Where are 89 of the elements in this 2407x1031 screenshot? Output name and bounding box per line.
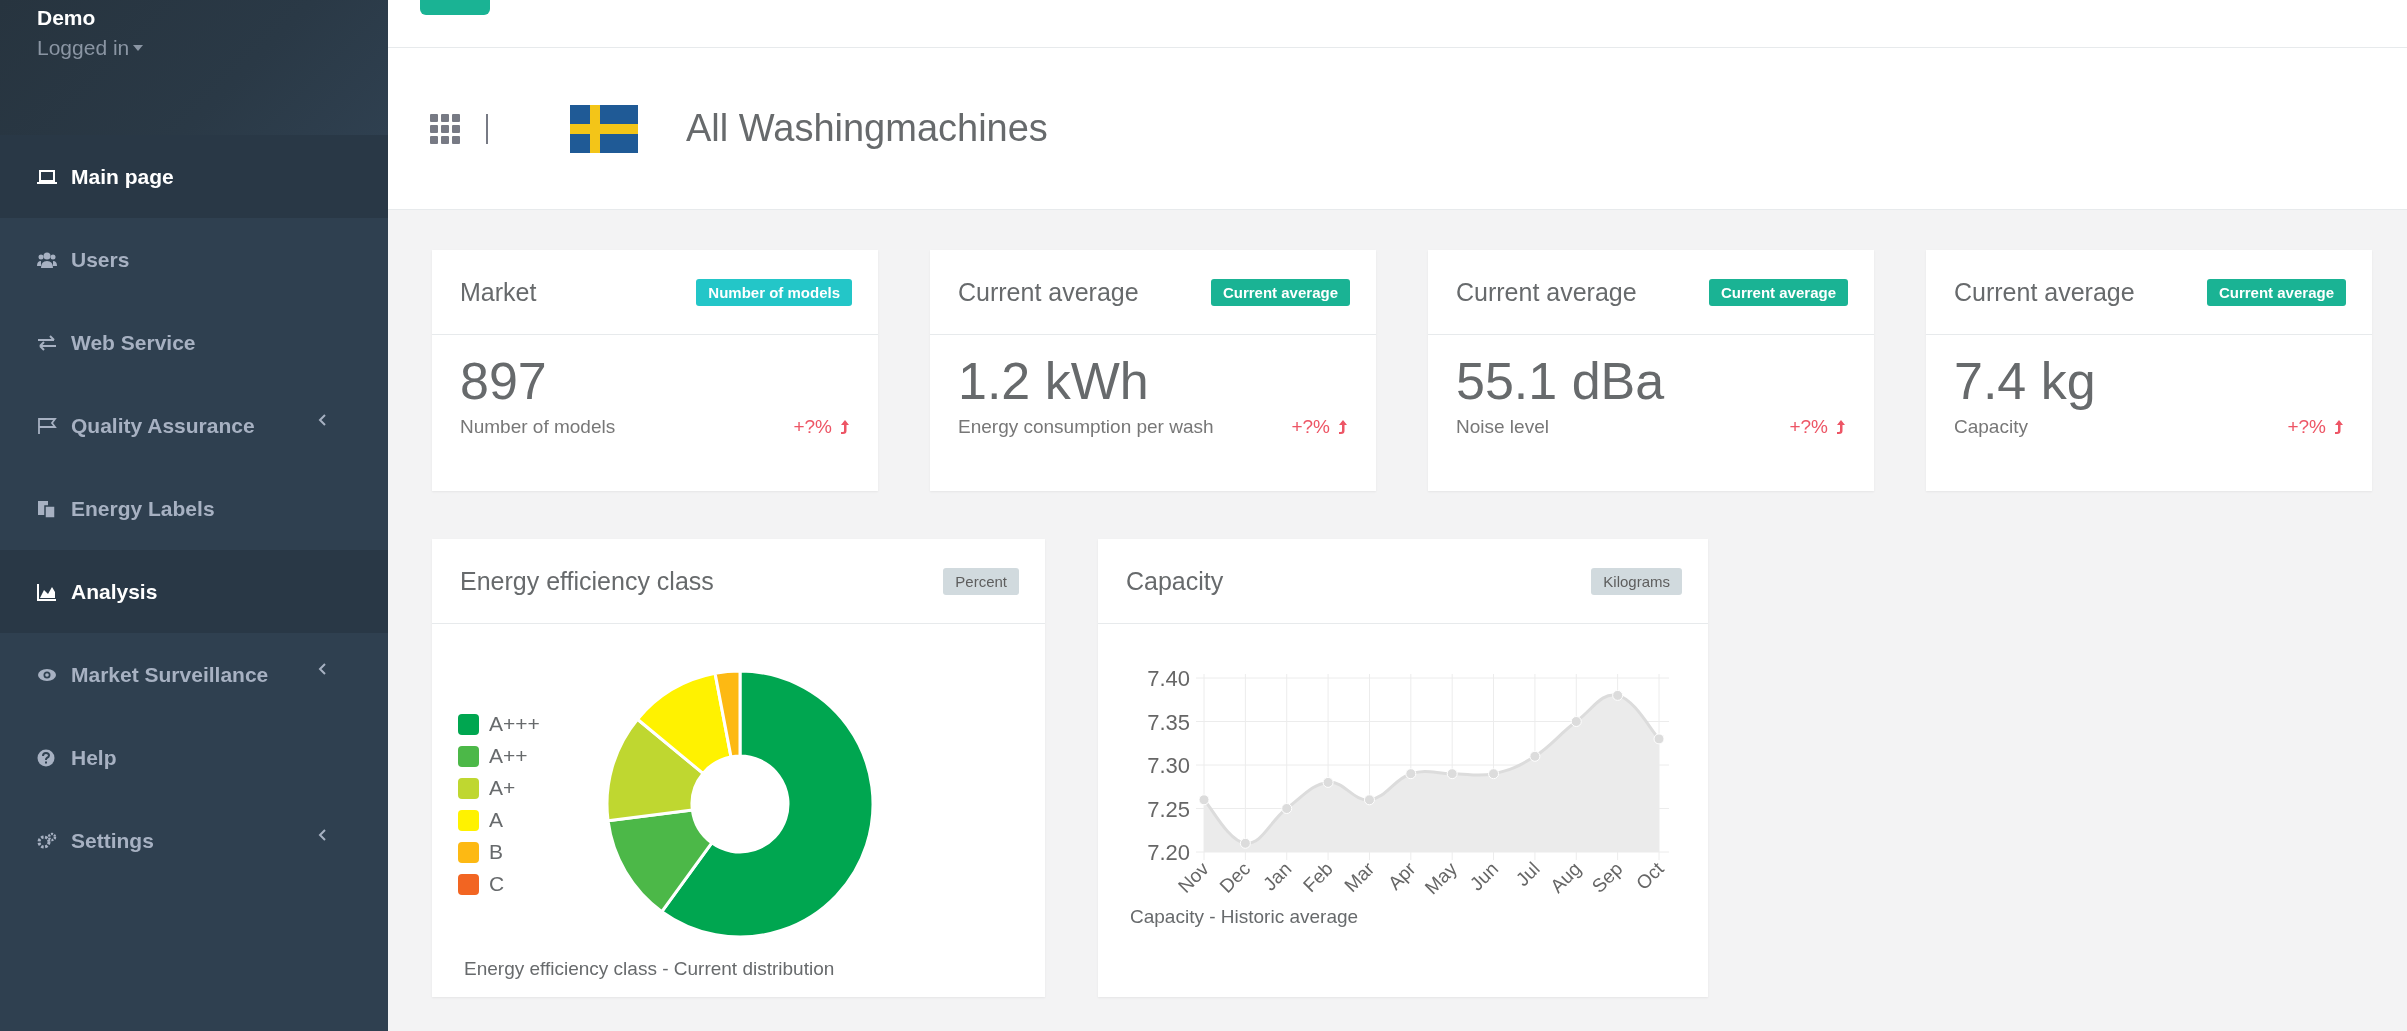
card-badge: Percent (943, 567, 1019, 595)
card-title: Current average (1954, 277, 2135, 307)
data-point (1446, 768, 1458, 780)
x-tick-label: Sep (1587, 858, 1627, 897)
data-point (1405, 768, 1417, 780)
x-tick-label: Feb (1298, 858, 1337, 896)
arrow-up-icon (1836, 419, 1846, 436)
data-point (1570, 716, 1582, 727)
legend-label: A (489, 808, 503, 832)
data-point (1239, 837, 1251, 849)
data-point (1612, 689, 1624, 701)
stat-value: 55.1 dBa (1456, 353, 1666, 411)
apps-grid-icon[interactable] (430, 113, 488, 144)
data-point (1363, 794, 1375, 806)
legend-label: B (489, 840, 503, 864)
card-badge: Number of models (696, 278, 852, 306)
card-badge: Current average (2206, 278, 2346, 306)
data-point (1653, 733, 1665, 745)
card-badge: Current average (1708, 278, 1848, 306)
arrow-up-icon (2334, 419, 2344, 436)
x-tick-label: Jan (1259, 858, 1296, 895)
sidebar-item[interactable]: Help (0, 716, 388, 799)
stat-caption: Energy consumption per wash (958, 416, 1215, 439)
legend-label: A+++ (489, 712, 540, 736)
x-tick-label: Apr (1383, 858, 1420, 894)
user-status-dropdown[interactable]: Logged in (37, 36, 144, 60)
card-title: Current average (958, 277, 1139, 307)
x-tick-label: Aug (1546, 858, 1586, 897)
x-tick-label: Jul (1511, 858, 1544, 890)
chevron-left-icon (318, 414, 326, 426)
flag-icon (37, 416, 57, 435)
arrow-up-icon (840, 419, 850, 436)
y-tick-label: 7.25 (1147, 796, 1190, 822)
x-tick-label: Dec (1215, 858, 1255, 897)
data-point (1488, 768, 1500, 780)
sidebar-item[interactable]: Analysis (0, 550, 388, 633)
data-point (1198, 794, 1210, 806)
stat-caption: Capacity (1954, 416, 2029, 439)
chart-caption: Capacity - Historic average (1129, 906, 1360, 928)
sidebar-item[interactable]: Settings (0, 799, 388, 882)
sidebar-item[interactable]: Web Service (0, 301, 388, 384)
stat-value: 1.2 kWh (958, 353, 1150, 411)
legend-label: C (489, 872, 505, 896)
page-title: All Washingmachines (686, 107, 1048, 150)
legend-label: A+ (489, 776, 516, 800)
area-chart-icon (37, 582, 57, 601)
sidebar-item[interactable]: Market Surveillance (0, 633, 388, 716)
caret-icon (133, 45, 144, 51)
chevron-left-icon (318, 663, 326, 675)
chart-caption: Energy efficiency class - Current distribution (463, 958, 836, 980)
sidebar-item[interactable]: Users (0, 218, 388, 301)
stat-change: +?% (1789, 416, 1828, 439)
flag-icon (570, 104, 638, 153)
data-point (1281, 803, 1293, 814)
stat-change: +?% (793, 416, 832, 439)
stat-change: +?% (1291, 416, 1330, 439)
data-point (1529, 750, 1541, 762)
arrow-up-icon (1338, 419, 1348, 436)
y-tick-label: 7.20 (1147, 840, 1190, 865)
x-tick-label: Oct (1632, 858, 1668, 894)
users-icon (37, 250, 57, 269)
data-point (1322, 776, 1334, 788)
help-icon (37, 748, 57, 767)
card-title: Market (460, 277, 537, 307)
card-title: Capacity (1126, 566, 1224, 596)
y-tick-label: 7.30 (1147, 753, 1190, 778)
stat-caption: Noise level (1456, 416, 1550, 439)
laptop-icon (37, 167, 57, 186)
arrows-icon (37, 333, 57, 352)
card-badge: Current average (1210, 278, 1350, 306)
card-title: Current average (1456, 277, 1637, 307)
card-title: Energy efficiency class (460, 566, 714, 596)
x-tick-label: Jun (1465, 858, 1503, 895)
sidebar-item[interactable]: Energy Labels (0, 467, 388, 550)
x-tick-label: May (1420, 858, 1461, 899)
stat-value: 7.4 kg (1954, 353, 2097, 411)
sidebar-item[interactable]: Quality Assurance (0, 384, 388, 467)
y-tick-label: 7.40 (1147, 666, 1190, 691)
chevron-left-icon (318, 829, 326, 841)
sidebar-item[interactable]: Main page (0, 135, 388, 218)
user-name: Demo (37, 6, 96, 30)
files-icon (37, 499, 57, 518)
stat-value: 897 (460, 353, 548, 411)
stat-change: +?% (2287, 416, 2326, 439)
x-tick-label: Mar (1340, 858, 1379, 896)
y-tick-label: 7.35 (1147, 709, 1190, 735)
legend-label: A++ (489, 744, 528, 768)
card-badge: Kilograms (1591, 567, 1682, 595)
stat-caption: Number of models (460, 416, 617, 439)
